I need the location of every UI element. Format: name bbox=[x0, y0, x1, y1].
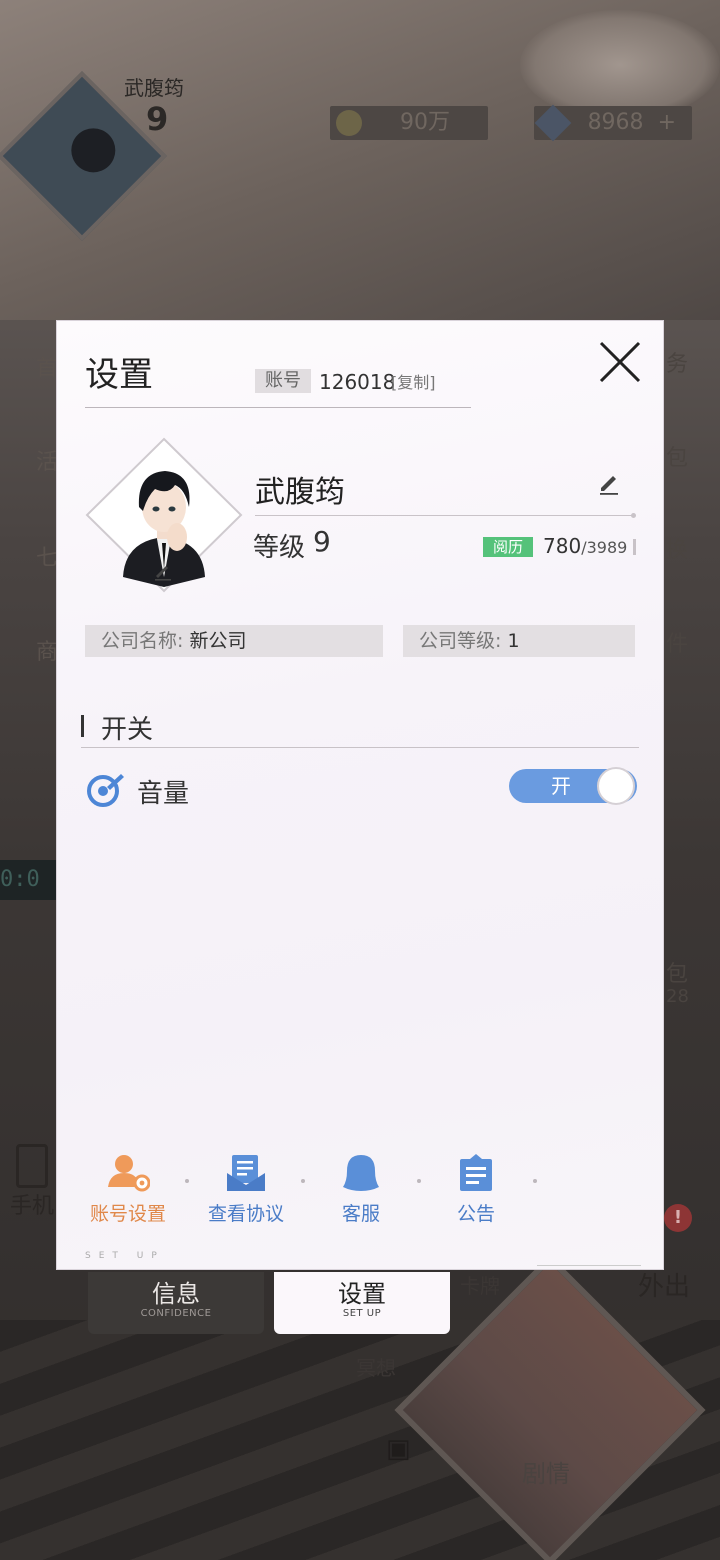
announcement-icon bbox=[460, 1154, 492, 1191]
company-name-value: 新公司 bbox=[189, 630, 247, 652]
announcement-label: 公告 bbox=[456, 1203, 495, 1225]
customer-service-button[interactable]: 客服 bbox=[306, 1153, 416, 1226]
switch-section-title: 开关 bbox=[101, 715, 154, 745]
company-name-label: 公司名称: bbox=[101, 630, 190, 652]
company-level-value: 1 bbox=[507, 630, 520, 652]
background-lamp bbox=[520, 10, 720, 120]
story-button[interactable]: 剧情 bbox=[522, 1454, 570, 1489]
outing-button[interactable]: 外出 bbox=[638, 1266, 690, 1303]
announcement-button[interactable]: 公告 bbox=[421, 1153, 531, 1226]
close-icon bbox=[599, 341, 641, 383]
copy-account-button[interactable]: [复制] bbox=[391, 371, 436, 395]
menu-separator bbox=[301, 1179, 305, 1183]
volume-toggle-label: 开 bbox=[551, 774, 571, 798]
experience-current: 780 bbox=[543, 534, 582, 558]
panel-bottom-line bbox=[537, 1265, 641, 1266]
menu-separator bbox=[533, 1179, 537, 1183]
player-name: 武腹筠 bbox=[255, 475, 345, 510]
account-label: 账号 bbox=[255, 369, 311, 393]
side-menu-task[interactable]: 务 bbox=[666, 346, 688, 378]
company-level-field: 公司等级: 1 bbox=[403, 625, 635, 657]
level-value: 9 bbox=[313, 525, 331, 558]
volume-label: 音量 bbox=[137, 779, 190, 809]
level-label: 等级 bbox=[253, 533, 306, 563]
section-marker bbox=[81, 715, 84, 737]
side-menu-seven[interactable]: 七 bbox=[36, 540, 58, 572]
account-settings-label: 账号设置 bbox=[89, 1203, 166, 1225]
setup-watermark: SET UP bbox=[85, 1251, 165, 1261]
account-settings-button[interactable]: 账号设置 bbox=[73, 1153, 183, 1226]
side-menu-bag-2[interactable]: 包 bbox=[666, 956, 688, 988]
tab-info[interactable]: 信息 CONFIDENCE bbox=[88, 1272, 264, 1334]
account-settings-icon bbox=[108, 1155, 150, 1192]
customer-service-label: 客服 bbox=[341, 1203, 380, 1225]
view-agreement-label: 查看协议 bbox=[207, 1203, 284, 1225]
coin-icon bbox=[336, 110, 362, 136]
avatar-edit-icon[interactable] bbox=[153, 561, 173, 581]
background-clock: 0:0 bbox=[0, 860, 60, 900]
side-menu-bag[interactable]: 包 bbox=[666, 440, 688, 472]
company-name-field: 公司名称: 新公司 bbox=[85, 625, 383, 657]
tab-settings-title: 设置 bbox=[338, 1280, 386, 1308]
company-level-label: 公司等级: bbox=[419, 630, 508, 652]
name-edit-icon[interactable] bbox=[597, 471, 621, 495]
settings-panel: 设置 账号 126018 [复制] 武腹筠 等级 9 阅历 780/3989 公… bbox=[56, 320, 664, 1270]
experience-value: 780/3989 bbox=[543, 533, 627, 561]
account-id: 126018 bbox=[319, 370, 396, 394]
alert-badge: ! bbox=[664, 1204, 692, 1232]
volume-toggle[interactable]: 开 bbox=[509, 767, 637, 805]
side-menu-exchange[interactable]: 换 bbox=[666, 532, 688, 564]
panel-title: 设置 bbox=[85, 355, 153, 395]
gem-add-button[interactable]: + bbox=[658, 110, 676, 135]
section-divider bbox=[81, 747, 639, 748]
side-menu-event[interactable]: 活 bbox=[36, 444, 58, 476]
background-player-name: 武腹筠 bbox=[124, 76, 184, 100]
menu-separator bbox=[185, 1179, 189, 1183]
tab-info-subtitle: CONFIDENCE bbox=[140, 1308, 212, 1319]
tab-settings-subtitle: SET UP bbox=[342, 1308, 382, 1319]
view-agreement-button[interactable]: 查看协议 bbox=[191, 1153, 301, 1226]
tab-settings[interactable]: 设置 SET UP bbox=[274, 1272, 450, 1334]
title-divider bbox=[85, 407, 471, 408]
side-menu-shop[interactable]: 商 bbox=[36, 634, 58, 666]
think-button[interactable]: 冥想 bbox=[356, 1352, 396, 1381]
side-menu-count: 28 bbox=[666, 986, 689, 1007]
name-divider bbox=[255, 515, 635, 516]
volume-toggle-knob[interactable] bbox=[597, 767, 635, 805]
phone-label[interactable]: 手机 bbox=[10, 1188, 54, 1220]
experience-bar bbox=[633, 539, 636, 555]
side-menu-mail[interactable]: 件 bbox=[666, 626, 688, 658]
side-menu-home[interactable]: 首 bbox=[36, 350, 58, 382]
close-button[interactable] bbox=[597, 339, 643, 385]
card-label[interactable]: 卡牌 bbox=[460, 1270, 500, 1299]
customer-service-icon bbox=[343, 1155, 379, 1191]
phone-icon[interactable] bbox=[16, 1144, 48, 1188]
experience-max: /3989 bbox=[581, 538, 628, 557]
experience-badge: 阅历 bbox=[483, 537, 534, 557]
archive-icon[interactable]: ▣ bbox=[386, 1434, 411, 1464]
background-player-level: 9 bbox=[146, 100, 169, 138]
volume-icon bbox=[87, 774, 124, 807]
name-divider-dot bbox=[631, 513, 636, 518]
tab-info-title: 信息 bbox=[152, 1280, 200, 1308]
agreement-icon bbox=[227, 1155, 265, 1191]
